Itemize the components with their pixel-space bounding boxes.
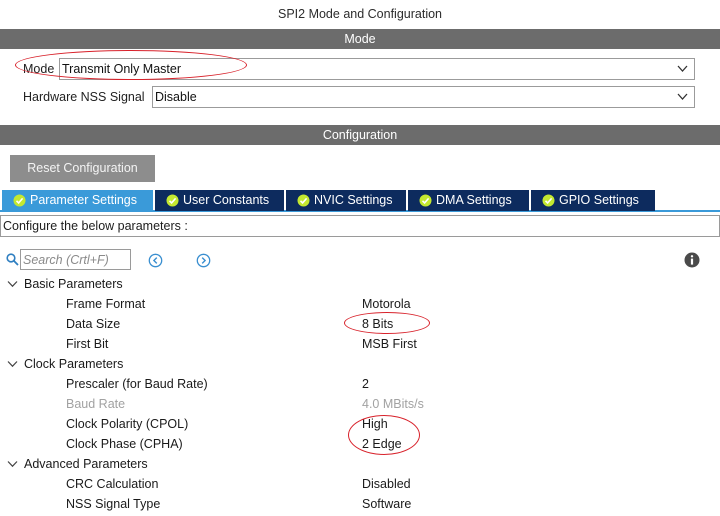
tree-row-data-size[interactable]: Data Size 8 Bits [0, 314, 720, 334]
mode-label: Mode [23, 62, 55, 76]
param-name: First Bit [66, 337, 109, 351]
tab-label: NVIC Settings [314, 193, 393, 207]
check-circle-icon [542, 194, 555, 207]
tree-group-label: Basic Parameters [24, 277, 123, 291]
chevron-down-icon [677, 93, 688, 100]
chevron-down-icon[interactable] [7, 280, 18, 288]
tab-label: Parameter Settings [30, 193, 137, 207]
tree-row-nss-signal-type[interactable]: NSS Signal Type Software [0, 494, 720, 514]
tab-gpio-settings[interactable]: GPIO Settings [531, 190, 655, 211]
tree-row-frame-format[interactable]: Frame Format Motorola [0, 294, 720, 314]
chevron-down-icon[interactable] [7, 360, 18, 368]
tree-row-baud-rate: Baud Rate 4.0 MBits/s [0, 394, 720, 414]
check-circle-icon [297, 194, 310, 207]
check-circle-icon [166, 194, 179, 207]
hardware-nss-select[interactable]: Disable [152, 86, 695, 108]
param-name: Frame Format [66, 297, 146, 311]
info-icon[interactable] [684, 252, 700, 268]
tab-strip: Parameter Settings User Constants NVIC S… [0, 190, 720, 212]
circle-chevron-right-icon[interactable] [196, 253, 211, 268]
tab-user-constants[interactable]: User Constants [155, 190, 284, 211]
reset-configuration-button[interactable]: Reset Configuration [10, 155, 155, 182]
search-input[interactable] [20, 249, 131, 270]
tree-row-clock-polarity[interactable]: Clock Polarity (CPOL) High [0, 414, 720, 434]
circle-chevron-left-icon[interactable] [148, 253, 163, 268]
tab-dma-settings[interactable]: DMA Settings [408, 190, 529, 211]
tab-label: DMA Settings [436, 193, 512, 207]
param-value[interactable]: Motorola [362, 294, 411, 314]
tab-label: GPIO Settings [559, 193, 639, 207]
hardware-nss-label: Hardware NSS Signal [23, 90, 145, 104]
param-name: CRC Calculation [66, 477, 159, 491]
hardware-nss-select-value: Disable [155, 90, 197, 104]
param-value: 4.0 MBits/s [362, 397, 424, 411]
tab-parameter-settings[interactable]: Parameter Settings [2, 190, 153, 211]
param-value[interactable]: MSB First [362, 334, 417, 354]
param-name: Data Size [66, 317, 121, 331]
tree-group-advanced-parameters[interactable]: Advanced Parameters [0, 454, 720, 474]
configuration-section-header: Configuration [0, 125, 720, 145]
chevron-down-icon [677, 65, 688, 72]
param-name: Clock Phase (CPHA) [66, 437, 183, 451]
mode-section-header: Mode [0, 29, 720, 49]
param-value[interactable]: 8 Bits [362, 314, 393, 334]
param-value[interactable]: 2 Edge [362, 434, 402, 454]
mode-select-value: Transmit Only Master [62, 62, 182, 76]
param-value[interactable]: High [362, 414, 388, 434]
param-value[interactable]: Disabled [362, 474, 411, 494]
param-value[interactable]: 2 [362, 374, 369, 394]
param-name: Baud Rate [66, 397, 126, 411]
mode-select[interactable]: Transmit Only Master [59, 58, 695, 80]
tree-row-clock-phase[interactable]: Clock Phase (CPHA) 2 Edge [0, 434, 720, 454]
check-circle-icon [419, 194, 432, 207]
tree-group-label: Advanced Parameters [24, 457, 148, 471]
tab-label: User Constants [183, 193, 270, 207]
configure-hint: Configure the below parameters : [0, 215, 720, 237]
param-name: NSS Signal Type [66, 497, 161, 511]
tree-row-prescaler[interactable]: Prescaler (for Baud Rate) 2 [0, 374, 720, 394]
check-circle-icon [13, 194, 26, 207]
param-name: Prescaler (for Baud Rate) [66, 377, 208, 391]
tree-group-basic-parameters[interactable]: Basic Parameters [0, 274, 720, 294]
chevron-down-icon[interactable] [7, 460, 18, 468]
tab-nvic-settings[interactable]: NVIC Settings [286, 190, 406, 211]
tree-group-label: Clock Parameters [24, 357, 124, 371]
param-name: Clock Polarity (CPOL) [66, 417, 189, 431]
tree-group-clock-parameters[interactable]: Clock Parameters [0, 354, 720, 374]
param-value[interactable]: Software [362, 494, 411, 514]
search-icon[interactable] [6, 253, 19, 266]
tree-row-crc-calculation[interactable]: CRC Calculation Disabled [0, 474, 720, 494]
tree-row-first-bit[interactable]: First Bit MSB First [0, 334, 720, 354]
window-title: SPI2 Mode and Configuration [278, 7, 442, 21]
